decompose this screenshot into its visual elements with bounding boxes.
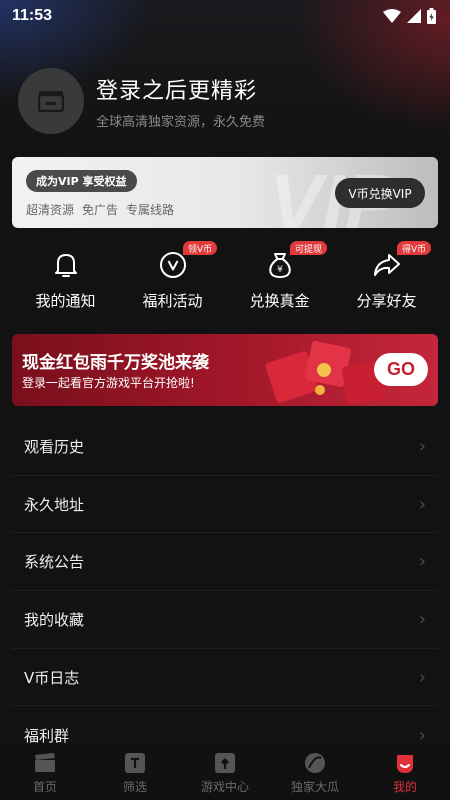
tab-filter[interactable]: 筛选 bbox=[90, 744, 180, 800]
menu-label: 永久地址 bbox=[24, 495, 85, 514]
vip-perk: 超清资源 bbox=[26, 203, 75, 217]
melon-icon bbox=[304, 752, 326, 774]
filter-icon bbox=[124, 752, 146, 774]
menu-list: 观看历史 › 永久地址 › 系统公告 › 我的收藏 › V币日志 › 福利群 › bbox=[12, 418, 438, 764]
quick-tag: 得V币 bbox=[397, 241, 432, 255]
banner-subtitle: 登录一起看官方游戏平台开抢啦! bbox=[22, 376, 195, 390]
menu-item-favorites[interactable]: 我的收藏 › bbox=[12, 591, 438, 649]
chevron-right-icon: › bbox=[418, 666, 426, 688]
quick-welfare[interactable]: 领V币 福利活动 bbox=[119, 241, 226, 311]
menu-label: V币日志 bbox=[24, 668, 80, 687]
default-avatar-icon bbox=[38, 91, 64, 112]
tab-label: 游戏中心 bbox=[200, 780, 249, 794]
menu-item-permanent-address[interactable]: 永久地址 › bbox=[12, 476, 438, 534]
menu-label: 福利群 bbox=[24, 726, 70, 745]
vip-perk: 免广告 bbox=[82, 203, 119, 217]
tab-game-center[interactable]: 游戏中心 bbox=[180, 744, 270, 800]
vip-card[interactable]: VIP 成为VIP 享受权益 超清资源 免广告 专属线路 V币兑换VIP bbox=[12, 157, 438, 228]
menu-label: 系统公告 bbox=[24, 553, 85, 572]
menu-item-announcements[interactable]: 系统公告 › bbox=[12, 533, 438, 592]
tab-label: 筛选 bbox=[122, 780, 147, 794]
chevron-right-icon: › bbox=[418, 608, 426, 630]
status-icons bbox=[383, 8, 436, 24]
menu-label: 观看历史 bbox=[24, 437, 85, 456]
banner-title: 现金红包雨千万奖池来袭 bbox=[22, 353, 209, 373]
vip-perk: 专属线路 bbox=[126, 203, 175, 217]
quick-share[interactable]: 得V币 分享好友 bbox=[333, 241, 440, 311]
menu-item-history[interactable]: 观看历史 › bbox=[12, 418, 438, 476]
quick-tag: 可提现 bbox=[290, 241, 328, 255]
tab-label: 首页 bbox=[32, 780, 57, 794]
promo-banner[interactable]: 现金红包雨千万奖池来袭 登录一起看官方游戏平台开抢啦! GO bbox=[12, 334, 438, 406]
menu-item-vcoin-log[interactable]: V币日志 › bbox=[12, 649, 438, 707]
redeem-vip-button[interactable]: V币兑换VIP bbox=[335, 178, 425, 208]
tab-mine[interactable]: 我的 bbox=[360, 744, 450, 800]
profile-header[interactable]: 登录之后更精彩 全球高清独家资源，永久免费 bbox=[18, 68, 265, 134]
chevron-right-icon: › bbox=[418, 551, 426, 573]
tab-exclusive[interactable]: 独家大瓜 bbox=[270, 744, 360, 800]
menu-label: 我的收藏 bbox=[24, 610, 85, 629]
bottom-tab-bar: 首页 筛选 游戏中心 独家大瓜 我的 bbox=[0, 744, 450, 800]
login-subtitle: 全球高清独家资源，永久免费 bbox=[96, 114, 266, 130]
signal-icon bbox=[407, 9, 421, 23]
tab-label: 独家大瓜 bbox=[290, 780, 339, 794]
chevron-right-icon: › bbox=[418, 493, 426, 515]
wifi-icon bbox=[383, 9, 401, 23]
red-envelope-icon bbox=[265, 341, 386, 405]
quick-notifications[interactable]: 我的通知 bbox=[12, 246, 119, 311]
avatar[interactable] bbox=[18, 68, 84, 134]
svg-text:¥: ¥ bbox=[277, 265, 283, 275]
vip-perks: 超清资源 免广告 专属线路 bbox=[26, 201, 174, 218]
bell-icon bbox=[51, 250, 81, 280]
game-icon bbox=[214, 752, 236, 774]
quick-actions: 我的通知 领V币 福利活动 可提现 ¥ 兑换真金 得V币 分享好友 bbox=[0, 241, 450, 311]
quick-tag: 领V币 bbox=[183, 241, 218, 255]
quick-exchange[interactable]: 可提现 ¥ 兑换真金 bbox=[226, 241, 333, 311]
battery-icon bbox=[427, 8, 436, 24]
tab-home[interactable]: 首页 bbox=[0, 744, 90, 800]
quick-label: 我的通知 bbox=[35, 292, 96, 310]
go-button[interactable]: GO bbox=[374, 353, 428, 386]
status-time: 11:53 bbox=[12, 7, 53, 24]
vip-badge: 成为VIP 享受权益 bbox=[26, 170, 137, 192]
quick-label: 兑换真金 bbox=[249, 292, 310, 310]
chevron-right-icon: › bbox=[418, 435, 426, 457]
clapperboard-icon bbox=[34, 752, 56, 774]
tab-label: 我的 bbox=[392, 780, 417, 794]
status-bar: 11:53 bbox=[0, 0, 450, 32]
chevron-right-icon: › bbox=[418, 724, 426, 746]
profile-icon bbox=[394, 752, 416, 774]
quick-label: 福利活动 bbox=[142, 292, 203, 310]
login-title[interactable]: 登录之后更精彩 bbox=[96, 73, 265, 105]
quick-label: 分享好友 bbox=[356, 292, 417, 310]
